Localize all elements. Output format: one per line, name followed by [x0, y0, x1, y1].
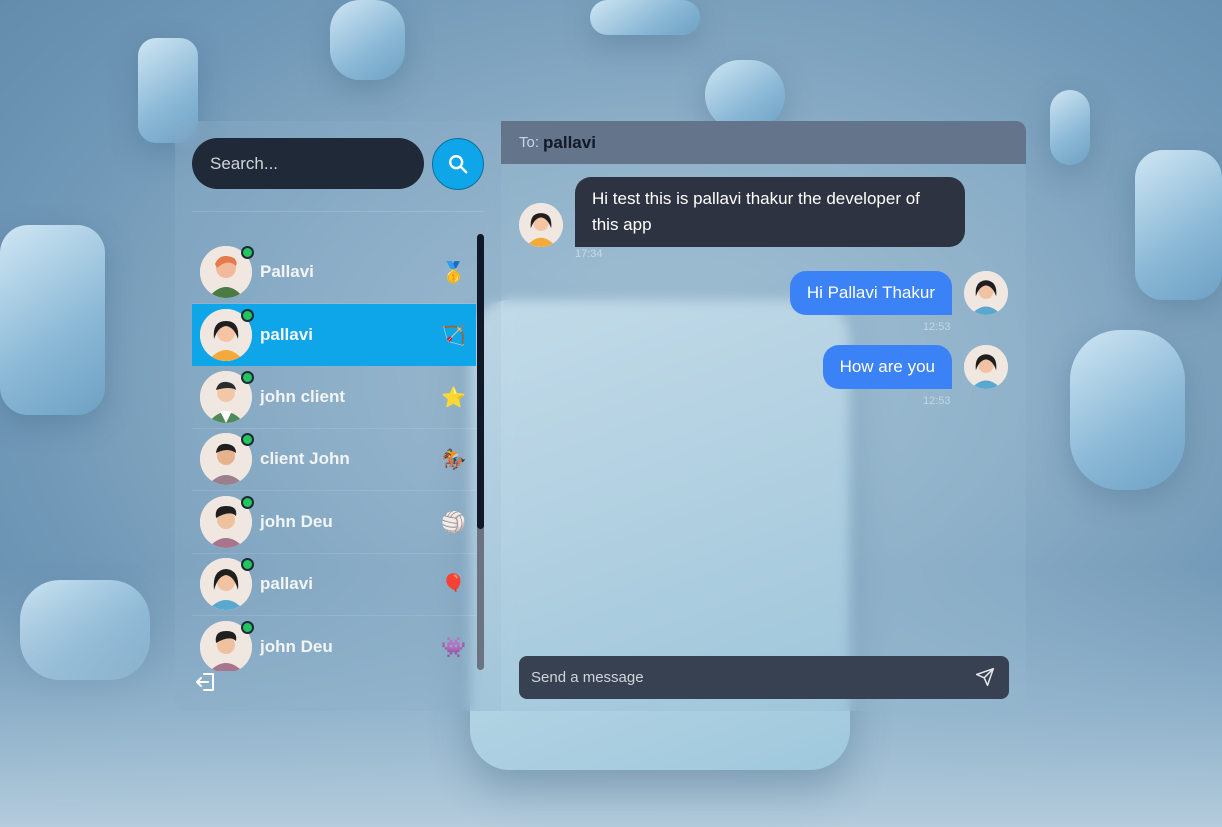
avatar: [519, 203, 563, 247]
contact-item[interactable]: john Deu 🏐: [192, 491, 476, 554]
message-bubble: Hi Pallavi Thakur: [789, 271, 952, 315]
contact-emoji: 🏐: [441, 509, 466, 534]
avatar: [964, 271, 1008, 315]
avatar: [200, 370, 254, 423]
contact-emoji: 🥇: [441, 259, 466, 284]
online-indicator: [241, 370, 254, 384]
avatar: [200, 308, 254, 361]
avatar: [200, 620, 254, 671]
avatar: [200, 245, 254, 298]
recipient-name: pallavi: [543, 132, 596, 152]
search-button[interactable]: [432, 138, 484, 190]
background-speech-bubble: [590, 0, 700, 35]
search-bar: [192, 138, 424, 189]
contact-name: john Deu: [260, 636, 333, 656]
online-indicator: [241, 620, 254, 634]
background-speech-bubble: [0, 225, 105, 415]
online-indicator: [241, 433, 254, 447]
contact-item[interactable]: Pallavi 🥇: [192, 241, 476, 304]
message-outgoing: Hi Pallavi Thakur: [789, 271, 1008, 315]
online-indicator: [241, 308, 254, 322]
online-indicator: [241, 245, 254, 259]
contact-emoji: ⭐: [441, 384, 466, 409]
contact-item[interactable]: john Deu 👾: [192, 616, 476, 671]
logout-button[interactable]: [194, 670, 218, 694]
logout-icon: [196, 673, 214, 691]
contact-name: Pallavi: [260, 261, 314, 281]
avatar: [964, 345, 1008, 389]
chat-header: To: pallavi: [501, 121, 1026, 164]
contact-emoji: 👾: [441, 634, 466, 659]
message-time: 12:53: [923, 395, 951, 407]
contact-name: client John: [260, 449, 350, 469]
background-speech-bubble: [705, 60, 785, 130]
contact-name: john client: [260, 386, 345, 406]
contact-item[interactable]: client John 🏇: [192, 429, 476, 491]
contact-name: pallavi: [260, 324, 313, 344]
background-speech-bubble: [1070, 330, 1185, 490]
background-speech-bubble: [330, 0, 405, 80]
background-speech-bubble: [1135, 150, 1222, 300]
message-bubble: Hi test this is pallavi thakur the devel…: [575, 177, 965, 247]
background-speech-bubble: [1050, 90, 1090, 165]
send-icon: [975, 667, 995, 687]
contact-name: john Deu: [260, 511, 333, 531]
contact-emoji: 🎈: [441, 572, 466, 597]
message-incoming: Hi test this is pallavi thakur the devel…: [519, 177, 965, 247]
contact-name: pallavi: [260, 574, 313, 594]
contact-emoji: 🏹: [441, 322, 466, 347]
contact-list-scrollbar[interactable]: [477, 234, 484, 670]
contact-item[interactable]: pallavi 🎈: [192, 554, 476, 616]
message-time: 12:53: [923, 321, 951, 333]
message-input[interactable]: [531, 669, 951, 686]
chat-panel: To: pallavi Hi test this is pallavi thak…: [501, 121, 1026, 711]
avatar: [200, 433, 254, 486]
contact-item[interactable]: john client ⭐: [192, 366, 476, 429]
avatar: [200, 495, 254, 548]
contact-list: Pallavi 🥇 pallavi 🏹 john client ⭐ client…: [192, 241, 476, 671]
message-outgoing: How are you: [822, 345, 1008, 389]
message-composer: [519, 656, 1009, 699]
contact-emoji: 🏇: [441, 447, 466, 472]
message-time: 17:34: [575, 248, 603, 260]
send-button[interactable]: [975, 667, 997, 689]
contacts-panel: Pallavi 🥇 pallavi 🏹 john client ⭐: [175, 121, 501, 711]
scrollbar-thumb[interactable]: [477, 234, 484, 529]
message-bubble: How are you: [822, 345, 952, 389]
contact-item-active[interactable]: pallavi 🏹: [192, 303, 476, 366]
divider: [192, 211, 484, 212]
to-label: To:: [519, 134, 540, 151]
search-input[interactable]: [210, 153, 410, 174]
avatar: [200, 558, 254, 611]
search-icon: [449, 155, 468, 174]
online-indicator: [241, 495, 254, 509]
online-indicator: [241, 558, 254, 572]
